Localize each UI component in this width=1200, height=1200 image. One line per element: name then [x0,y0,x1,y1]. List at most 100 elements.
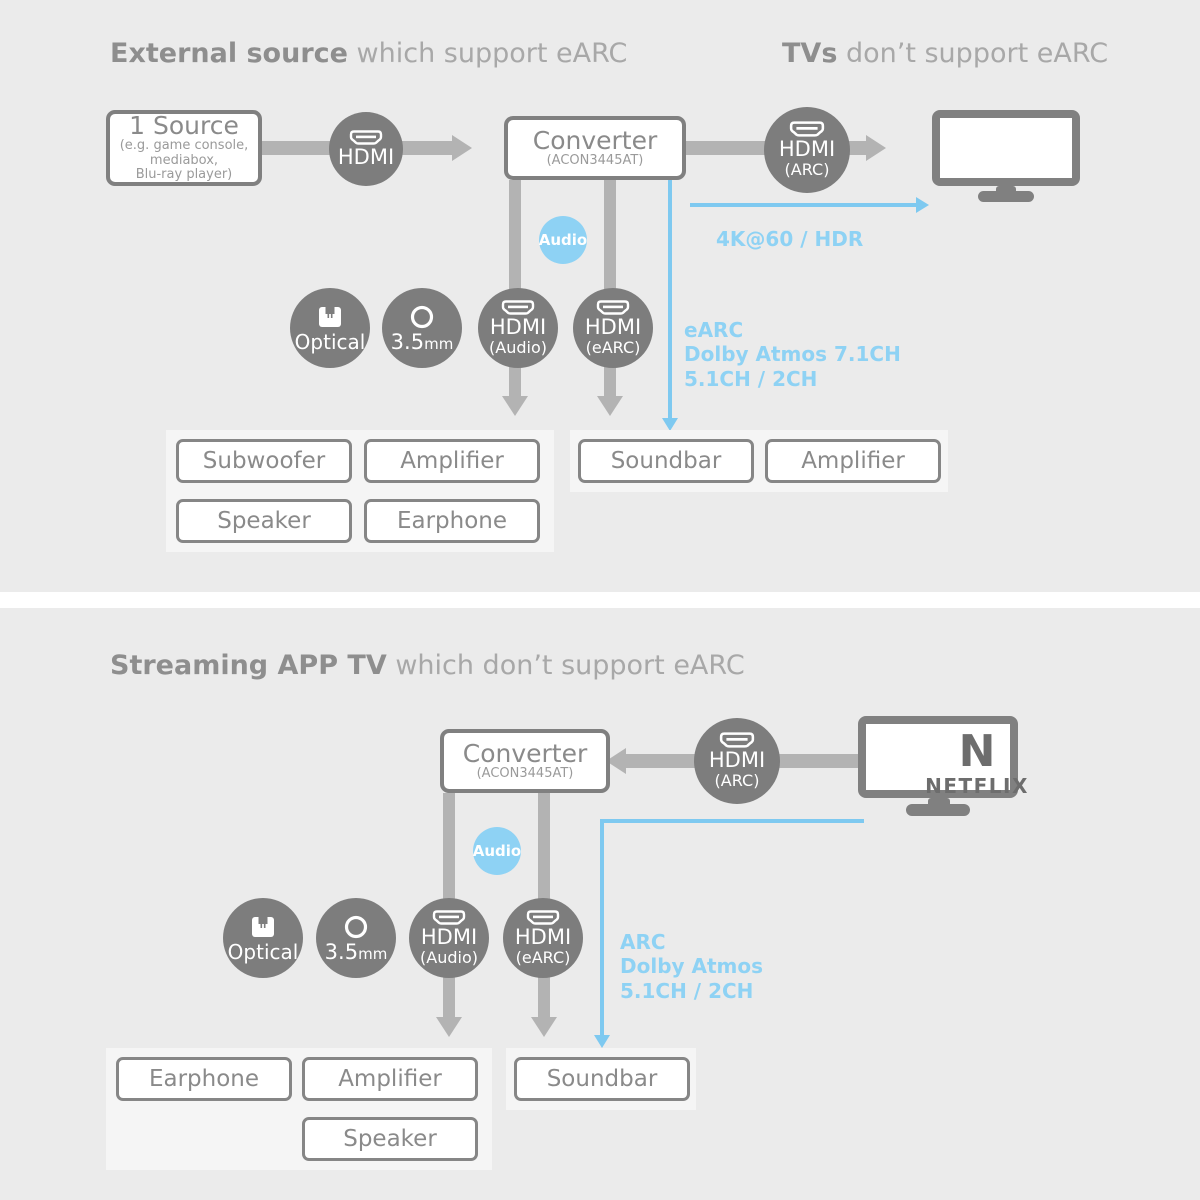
output-box-amplifier-left[interactable]: Amplifier [364,439,540,483]
output-label: Speaker [343,1126,437,1152]
arrowhead-source-to-converter [452,135,472,161]
section-title-tvs-normal: don’t support eARC [837,38,1109,69]
arrowhead-audio-out [502,396,528,416]
section-title-normal: which don’t support eARC [386,650,745,681]
arc-format-label-bottom: ARC Dolby Atmos 5.1CH / 2CH [620,930,763,1003]
link-hdmi-in-label: HDMI [337,145,395,169]
tv-screen [932,110,1080,186]
output-box-earphone-bottom[interactable]: Earphone [116,1057,292,1101]
hdmi-port-icon [432,910,466,925]
output-label: Subwoofer [202,448,326,474]
port-jack-label: 3.5mm [391,331,454,353]
output-box-amplifier-right[interactable]: Amplifier [765,439,941,483]
port-jack-unit: mm [358,944,388,963]
port-hdmi-earc-bottom[interactable]: HDMI (eARC) [503,898,583,978]
port-jack-bottom[interactable]: 3.5mm [316,898,396,978]
earc-path-line [668,180,672,420]
audio-badge-bottom: Audio [473,827,521,875]
output-box-speaker[interactable]: Speaker [176,499,352,543]
port-hdmi-audio-sub: (Audio) [489,337,547,357]
converter-model: (ACON3445AT) [476,765,574,781]
output-label: Soundbar [610,448,722,474]
port-hdmi-earc-label: HDMI [584,314,642,339]
section-title-tvs: TVs don’t support eARC [782,40,1108,67]
section-title-normal: which support eARC [347,38,628,69]
source-title: 1 Source [129,111,239,141]
panel-divider [0,592,1200,608]
output-box-speaker-bottom[interactable]: Speaker [302,1117,478,1161]
earc-format-line-3: 5.1CH / 2CH [684,366,818,391]
arrowhead-converter-to-tv [866,135,886,161]
tv-foot [978,191,1034,202]
port-hdmi-audio-bottom[interactable]: HDMI (Audio) [409,898,489,978]
optical-port-icon [252,917,274,937]
section-title-streaming: Streaming APP TV which don’t support eAR… [110,652,745,679]
port-hdmi-earc-sub: (eARC) [585,337,641,357]
arc-format-line-3: 5.1CH / 2CH [620,978,754,1003]
hdmi-port-icon [501,300,535,315]
arc-format-line-2: Dolby Atmos [620,954,764,979]
source-detail: (e.g. game console, mediabox, Blu-ray pl… [119,138,249,183]
video-path-line [690,203,918,207]
output-box-soundbar-bottom[interactable]: Soundbar [514,1057,690,1101]
output-label: Amplifier [801,448,905,474]
port-hdmi-earc-sub: (eARC) [515,947,571,967]
tv-display-netflix: N NETFLIX [858,716,1027,816]
diagram-page: External source which support eARC TVs d… [0,0,1200,1200]
arc-path-vertical [600,819,604,1037]
port-jack-label: 3.5mm [324,939,388,964]
earc-format-label-top: eARC Dolby Atmos 7.1CH 5.1CH / 2CH [684,318,901,391]
output-box-subwoofer[interactable]: Subwoofer [176,439,352,483]
netflix-logo: N NETFLIX [925,730,1027,797]
hdmi-port-icon [719,732,755,748]
converter-box-top[interactable]: Converter (ACON3445AT) [504,116,686,180]
converter-box-bottom[interactable]: Converter (ACON3445AT) [440,729,610,793]
netflix-wordmark: NETFLIX [925,774,1029,798]
arrowhead-earc-out-bottom [531,1017,557,1037]
jack-port-icon [344,915,368,938]
optical-port-icon [319,307,341,327]
section-title-tvs-bold: TVs [782,38,838,69]
converter-title: Converter [532,125,658,155]
port-hdmi-audio-top[interactable]: HDMI (Audio) [478,288,558,368]
port-jack-unit: mm [424,334,454,353]
port-hdmi-earc-label: HDMI [514,924,572,949]
earc-format-line-2: Dolby Atmos 7.1CH [684,342,901,367]
output-label: Amplifier [400,448,504,474]
arc-format-line-1: ARC [620,930,666,954]
port-jack-number: 3.5 [324,939,359,964]
link-hdmi-arc-label: HDMI [778,137,836,162]
port-jack-top[interactable]: 3.5mm [382,288,462,368]
section-title-bold: Streaming APP TV [110,650,387,681]
video-format-label: 4K@60 / HDR [716,227,864,251]
hdmi-port-icon [526,910,560,925]
hdmi-port-icon [596,300,630,315]
output-label: Amplifier [338,1066,442,1092]
link-hdmi-arc-sub: (ARC) [784,160,830,180]
source-box[interactable]: 1 Source (e.g. game console, mediabox, B… [106,110,262,186]
port-hdmi-earc-top[interactable]: HDMI (eARC) [573,288,653,368]
section-title-bold: External source [110,38,348,69]
link-hdmi-in-circle[interactable]: HDMI [329,112,403,186]
tv-foot [906,804,970,816]
hdmi-port-icon [789,121,825,137]
converter-title: Converter [462,738,588,768]
hdmi-port-icon [349,130,383,145]
output-box-earphone[interactable]: Earphone [364,499,540,543]
link-hdmi-arc-label: HDMI [708,748,766,773]
link-hdmi-arc-circle[interactable]: HDMI (ARC) [764,107,850,193]
output-box-soundbar-top[interactable]: Soundbar [578,439,754,483]
link-hdmi-arc-sub: (ARC) [714,771,760,791]
arc-path-horizontal [600,819,864,823]
output-label: Soundbar [546,1066,658,1092]
port-optical-bottom[interactable]: Optical [223,898,303,978]
output-box-amplifier-bottom[interactable]: Amplifier [302,1057,478,1101]
section-title-external-source: External source which support eARC [110,40,627,67]
link-hdmi-arc-circle-bottom[interactable]: HDMI (ARC) [694,718,780,804]
audio-badge-label: Audio [472,842,522,860]
jack-port-icon [410,305,434,328]
port-optical-top[interactable]: Optical [290,288,370,368]
arrowhead-audio-out-bottom [436,1017,462,1037]
port-optical-label: Optical [294,330,366,354]
arrowhead-arc-path [594,1035,610,1048]
